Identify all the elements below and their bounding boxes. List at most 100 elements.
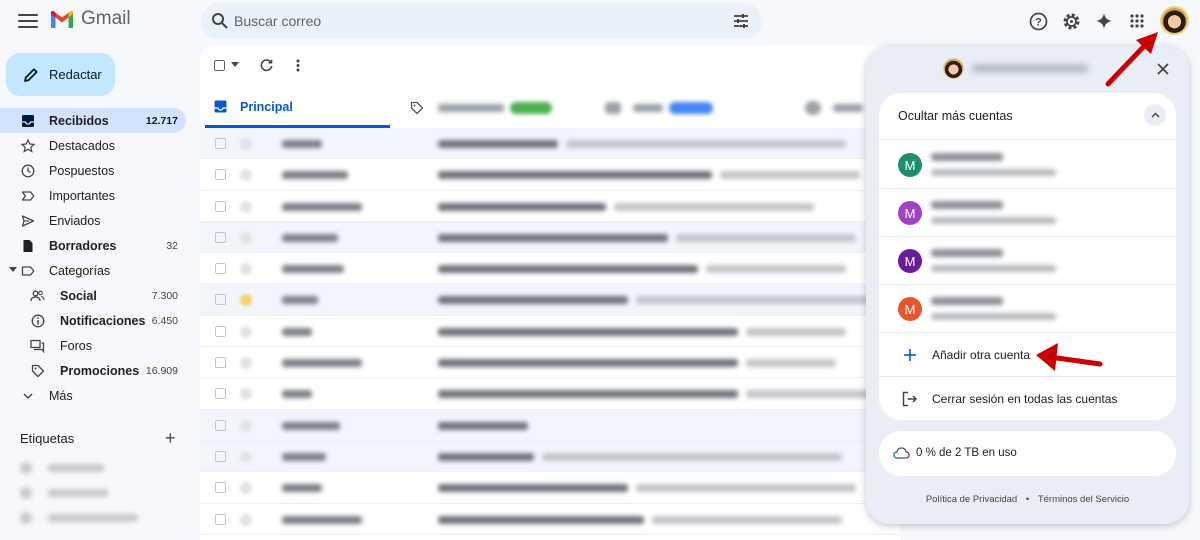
table-row[interactable]	[200, 472, 900, 504]
sidebar-item-sent[interactable]: Enviados	[0, 208, 186, 233]
sidebar-item-promotions[interactable]: Promociones 16.909	[0, 358, 186, 383]
row-subject	[438, 296, 628, 305]
row-star-icon[interactable]	[240, 482, 252, 495]
add-label-button[interactable]: +	[165, 429, 176, 447]
sidebar-item-drafts[interactable]: Borradores 32	[0, 233, 186, 258]
account-avatar: M	[898, 249, 922, 273]
main-menu-button[interactable]	[16, 10, 40, 32]
refresh-icon[interactable]	[259, 58, 274, 73]
apps-grid-icon[interactable]	[1126, 10, 1148, 32]
terms-of-service-link[interactable]: Términos del Servicio	[1038, 494, 1129, 505]
row-checkbox[interactable]	[215, 482, 226, 494]
inbox-icon	[20, 113, 35, 128]
row-checkbox[interactable]	[215, 231, 226, 243]
table-row[interactable]	[200, 128, 900, 160]
row-star-icon[interactable]	[240, 450, 252, 463]
row-checkbox[interactable]	[215, 388, 226, 400]
account-item[interactable]: M	[879, 141, 1176, 189]
table-row[interactable]	[200, 316, 900, 348]
sidebar-item-starred[interactable]: Destacados	[0, 133, 186, 158]
category-tabs: Principal	[200, 88, 900, 128]
label-item[interactable]	[20, 512, 138, 524]
label-item[interactable]	[20, 487, 108, 499]
storage-usage[interactable]: 0 % de 2 TB en uso	[879, 431, 1176, 476]
table-row[interactable]	[200, 440, 900, 473]
gmail-logo[interactable]: Gmail	[50, 8, 131, 30]
table-row[interactable]	[200, 409, 900, 441]
row-checkbox[interactable]	[215, 357, 226, 369]
account-email	[931, 217, 1056, 224]
sidebar-item-inbox[interactable]: Recibidos 12.717	[0, 108, 186, 133]
row-checkbox[interactable]	[215, 294, 226, 306]
row-star-icon[interactable]	[240, 388, 252, 401]
sign-out-all-button[interactable]: Cerrar sesión en todas las cuentas	[879, 377, 1176, 420]
row-star-icon[interactable]	[240, 263, 252, 276]
row-checkbox[interactable]	[215, 450, 226, 462]
caret-down-icon[interactable]	[9, 267, 17, 272]
table-row[interactable]	[200, 504, 900, 535]
account-avatar-button[interactable]	[1160, 6, 1189, 35]
row-star-icon[interactable]	[240, 357, 252, 370]
table-row[interactable]	[200, 347, 900, 379]
sidebar-item-social[interactable]: Social 7.300	[0, 283, 186, 308]
account-item[interactable]: M	[879, 189, 1176, 237]
app-name: Gmail	[81, 8, 131, 29]
table-row[interactable]	[200, 191, 900, 222]
sidebar-item-label: Enviados	[49, 213, 101, 228]
sidebar-item-snoozed[interactable]: Pospuestos	[0, 158, 186, 183]
row-checkbox[interactable]	[215, 263, 226, 275]
row-snippet	[746, 390, 876, 399]
row-sender	[282, 202, 362, 211]
sidebar-item-more[interactable]: Más	[0, 383, 186, 408]
search-options-icon[interactable]	[732, 12, 750, 30]
tab-updates[interactable]	[805, 88, 863, 128]
table-row[interactable]	[200, 253, 900, 285]
sidebar-item-notifications[interactable]: Notificaciones 6.450	[0, 308, 186, 333]
account-item[interactable]: M	[879, 237, 1176, 285]
add-account-button[interactable]: Añadir otra cuenta	[879, 333, 1176, 377]
row-star-icon[interactable]	[240, 231, 252, 244]
row-subject	[438, 359, 738, 368]
close-icon[interactable]	[1154, 60, 1172, 78]
table-row[interactable]	[200, 159, 900, 191]
table-row[interactable]	[200, 378, 900, 410]
settings-gear-icon[interactable]	[1060, 10, 1082, 32]
more-vert-icon[interactable]	[296, 59, 300, 72]
search-icon[interactable]	[211, 12, 229, 30]
select-all-checkbox[interactable]	[214, 60, 225, 71]
select-dropdown-icon[interactable]	[231, 62, 239, 68]
sidebar-item-important[interactable]: Importantes	[0, 183, 186, 208]
row-snippet	[676, 233, 856, 242]
row-checkbox[interactable]	[215, 169, 226, 181]
compose-button[interactable]: Redactar	[6, 53, 115, 96]
gemini-sparkle-icon[interactable]	[1093, 10, 1115, 32]
row-checkbox[interactable]	[215, 419, 226, 431]
row-star-icon[interactable]	[240, 294, 252, 307]
search-bar[interactable]	[201, 3, 762, 39]
row-checkbox[interactable]	[215, 138, 226, 149]
tab-primary[interactable]: Principal	[205, 88, 390, 128]
label-item[interactable]	[20, 462, 104, 474]
row-checkbox[interactable]	[215, 325, 226, 337]
sidebar-item-categories[interactable]: Categorías	[0, 258, 186, 283]
sidebar-item-forums[interactable]: Foros	[0, 333, 186, 358]
row-sender	[282, 327, 312, 336]
row-checkbox[interactable]	[215, 200, 226, 212]
table-row[interactable]	[200, 284, 900, 316]
help-icon[interactable]: ?	[1027, 10, 1049, 32]
search-input[interactable]	[234, 3, 714, 39]
row-star-icon[interactable]	[240, 169, 252, 182]
row-star-icon[interactable]	[240, 419, 252, 432]
row-star-icon[interactable]	[240, 325, 252, 338]
table-row[interactable]	[200, 221, 900, 254]
row-star-icon[interactable]	[240, 138, 252, 150]
row-star-icon[interactable]	[240, 513, 252, 526]
storage-label: 0 % de 2 TB en uso	[916, 447, 1017, 459]
privacy-policy-link[interactable]: Política de Privacidad	[926, 494, 1017, 505]
account-item[interactable]: M	[879, 285, 1176, 333]
row-star-icon[interactable]	[240, 200, 252, 213]
tab-promotions[interactable]	[410, 88, 552, 128]
hide-accounts-toggle[interactable]: Ocultar más cuentas	[879, 93, 1176, 140]
tab-social[interactable]	[605, 88, 713, 128]
row-checkbox[interactable]	[215, 513, 226, 525]
